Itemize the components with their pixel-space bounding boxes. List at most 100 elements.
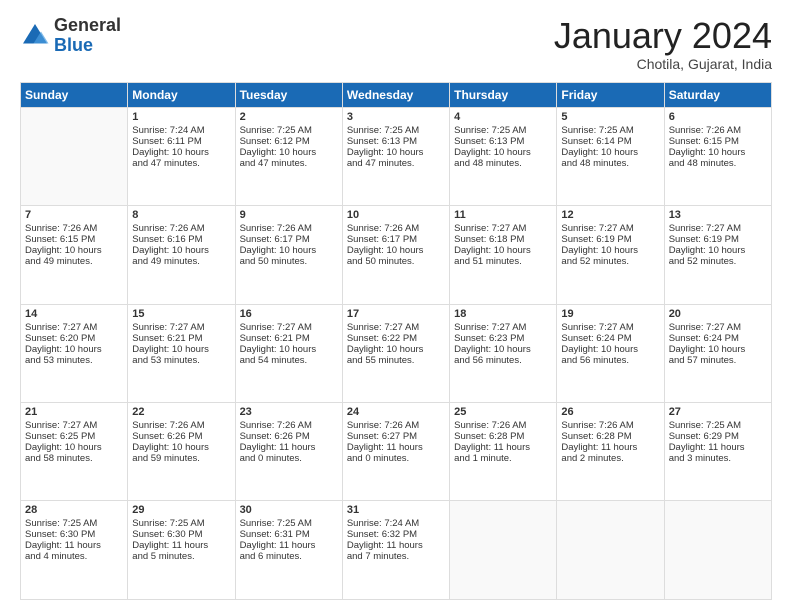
day-header-sunday: Sunday <box>21 82 128 107</box>
day-info-line: and 5 minutes. <box>132 551 230 562</box>
day-info-line: and 53 minutes. <box>25 355 123 366</box>
day-info-line: Daylight: 11 hours <box>454 442 552 453</box>
page: General Blue January 2024 Chotila, Gujar… <box>0 0 792 612</box>
day-info-line: Daylight: 10 hours <box>25 442 123 453</box>
day-info-line: Sunset: 6:28 PM <box>561 431 659 442</box>
day-info-line: Daylight: 10 hours <box>669 344 767 355</box>
day-info-line: Sunset: 6:16 PM <box>132 234 230 245</box>
day-info-line: Sunrise: 7:26 AM <box>347 420 445 431</box>
day-info-line: and 48 minutes. <box>454 158 552 169</box>
day-info-line: and 48 minutes. <box>669 158 767 169</box>
day-info-line: Sunrise: 7:27 AM <box>561 223 659 234</box>
day-number: 1 <box>132 111 230 123</box>
day-info-line: and 50 minutes. <box>240 256 338 267</box>
logo-text: General Blue <box>54 16 121 56</box>
logo: General Blue <box>20 16 121 56</box>
day-number: 23 <box>240 406 338 418</box>
day-info-line: Sunrise: 7:25 AM <box>132 518 230 529</box>
day-header-row: SundayMondayTuesdayWednesdayThursdayFrid… <box>21 82 772 107</box>
day-number: 16 <box>240 308 338 320</box>
day-info-line: Daylight: 10 hours <box>561 245 659 256</box>
day-info-line: Sunset: 6:15 PM <box>25 234 123 245</box>
day-info-line: and 53 minutes. <box>132 355 230 366</box>
day-number: 4 <box>454 111 552 123</box>
day-number: 9 <box>240 209 338 221</box>
calendar-cell: 9Sunrise: 7:26 AMSunset: 6:17 PMDaylight… <box>235 206 342 304</box>
day-info-line: Sunset: 6:21 PM <box>240 333 338 344</box>
day-info-line: Sunset: 6:13 PM <box>454 136 552 147</box>
day-info-line: Sunrise: 7:25 AM <box>240 518 338 529</box>
day-number: 26 <box>561 406 659 418</box>
day-info-line: Daylight: 11 hours <box>347 442 445 453</box>
day-info-line: Sunset: 6:13 PM <box>347 136 445 147</box>
day-number: 24 <box>347 406 445 418</box>
day-info-line: and 47 minutes. <box>132 158 230 169</box>
day-info-line: and 7 minutes. <box>347 551 445 562</box>
day-info-line: Sunrise: 7:27 AM <box>669 322 767 333</box>
day-info-line: Sunset: 6:26 PM <box>132 431 230 442</box>
calendar-cell: 15Sunrise: 7:27 AMSunset: 6:21 PMDayligh… <box>128 304 235 402</box>
day-info-line: and 49 minutes. <box>132 256 230 267</box>
calendar-cell: 2Sunrise: 7:25 AMSunset: 6:12 PMDaylight… <box>235 107 342 205</box>
day-number: 27 <box>669 406 767 418</box>
day-header-tuesday: Tuesday <box>235 82 342 107</box>
day-info-line: and 51 minutes. <box>454 256 552 267</box>
calendar-cell: 20Sunrise: 7:27 AMSunset: 6:24 PMDayligh… <box>664 304 771 402</box>
day-header-saturday: Saturday <box>664 82 771 107</box>
day-info-line: Sunrise: 7:27 AM <box>347 322 445 333</box>
day-info-line: Daylight: 10 hours <box>240 147 338 158</box>
calendar-cell: 6Sunrise: 7:26 AMSunset: 6:15 PMDaylight… <box>664 107 771 205</box>
day-info-line: Sunrise: 7:26 AM <box>669 125 767 136</box>
day-number: 6 <box>669 111 767 123</box>
calendar-week-5: 28Sunrise: 7:25 AMSunset: 6:30 PMDayligh… <box>21 501 772 600</box>
day-info-line: Sunrise: 7:26 AM <box>454 420 552 431</box>
calendar-cell: 8Sunrise: 7:26 AMSunset: 6:16 PMDaylight… <box>128 206 235 304</box>
calendar-cell: 14Sunrise: 7:27 AMSunset: 6:20 PMDayligh… <box>21 304 128 402</box>
calendar-body: 1Sunrise: 7:24 AMSunset: 6:11 PMDaylight… <box>21 107 772 599</box>
day-info-line: Sunset: 6:17 PM <box>240 234 338 245</box>
day-info-line: Sunrise: 7:26 AM <box>561 420 659 431</box>
day-info-line: and 58 minutes. <box>25 453 123 464</box>
calendar-cell: 10Sunrise: 7:26 AMSunset: 6:17 PMDayligh… <box>342 206 449 304</box>
day-info-line: Daylight: 10 hours <box>669 147 767 158</box>
day-info-line: Sunset: 6:24 PM <box>561 333 659 344</box>
day-number: 3 <box>347 111 445 123</box>
calendar-cell: 23Sunrise: 7:26 AMSunset: 6:26 PMDayligh… <box>235 403 342 501</box>
day-info-line: Sunset: 6:30 PM <box>25 529 123 540</box>
day-info-line: Daylight: 11 hours <box>132 540 230 551</box>
day-info-line: Daylight: 10 hours <box>132 442 230 453</box>
day-number: 12 <box>561 209 659 221</box>
calendar-cell: 31Sunrise: 7:24 AMSunset: 6:32 PMDayligh… <box>342 501 449 600</box>
day-number: 22 <box>132 406 230 418</box>
day-info-line: Sunrise: 7:26 AM <box>25 223 123 234</box>
day-info-line: Sunset: 6:30 PM <box>132 529 230 540</box>
day-info-line: and 4 minutes. <box>25 551 123 562</box>
day-info-line: Sunset: 6:24 PM <box>669 333 767 344</box>
day-number: 21 <box>25 406 123 418</box>
title-block: January 2024 Chotila, Gujarat, India <box>554 16 772 72</box>
day-header-friday: Friday <box>557 82 664 107</box>
day-info-line: Sunset: 6:27 PM <box>347 431 445 442</box>
day-info-line: Sunset: 6:32 PM <box>347 529 445 540</box>
day-info-line: and 56 minutes. <box>454 355 552 366</box>
calendar-table: SundayMondayTuesdayWednesdayThursdayFrid… <box>20 82 772 600</box>
day-info-line: and 59 minutes. <box>132 453 230 464</box>
day-number: 13 <box>669 209 767 221</box>
day-number: 10 <box>347 209 445 221</box>
calendar-cell: 29Sunrise: 7:25 AMSunset: 6:30 PMDayligh… <box>128 501 235 600</box>
calendar-cell: 22Sunrise: 7:26 AMSunset: 6:26 PMDayligh… <box>128 403 235 501</box>
calendar-cell: 1Sunrise: 7:24 AMSunset: 6:11 PMDaylight… <box>128 107 235 205</box>
day-number: 31 <box>347 504 445 516</box>
day-info-line: and 6 minutes. <box>240 551 338 562</box>
day-info-line: Sunset: 6:19 PM <box>561 234 659 245</box>
day-info-line: Daylight: 10 hours <box>561 147 659 158</box>
day-info-line: Sunrise: 7:26 AM <box>240 223 338 234</box>
day-info-line: Sunrise: 7:26 AM <box>347 223 445 234</box>
day-info-line: Sunrise: 7:26 AM <box>240 420 338 431</box>
day-info-line: and 54 minutes. <box>240 355 338 366</box>
day-number: 25 <box>454 406 552 418</box>
day-info-line: and 52 minutes. <box>669 256 767 267</box>
day-info-line: Sunset: 6:19 PM <box>669 234 767 245</box>
day-number: 17 <box>347 308 445 320</box>
day-info-line: Sunset: 6:11 PM <box>132 136 230 147</box>
